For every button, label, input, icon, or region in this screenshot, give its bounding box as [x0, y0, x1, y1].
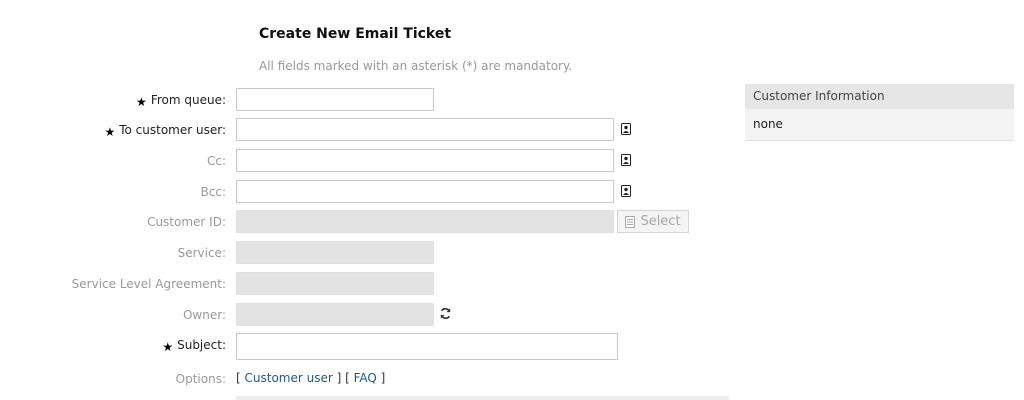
list-icon	[625, 215, 636, 228]
required-star-icon: ★	[136, 95, 147, 109]
label-owner: Owner:	[182, 308, 226, 322]
refresh-icon[interactable]	[439, 307, 452, 320]
editor-area-top	[236, 396, 729, 400]
label-options: Options:	[175, 372, 226, 386]
label-subject: ★ Subject:	[162, 338, 226, 354]
address-book-icon[interactable]	[621, 123, 631, 135]
to-customer-user-field[interactable]	[236, 118, 614, 141]
label-sla: Service Level Agreement:	[71, 277, 226, 291]
address-book-icon[interactable]	[621, 185, 631, 197]
customer-id-field	[236, 210, 614, 233]
subject-field[interactable]	[236, 333, 618, 360]
from-queue-field[interactable]	[236, 88, 434, 111]
mandatory-hint: All fields marked with an asterisk (*) a…	[259, 59, 573, 73]
customer-info-box: Customer Information none	[745, 84, 1014, 141]
label-to-customer-user: ★ To customer user:	[104, 123, 226, 139]
customer-user-link[interactable]: Customer user	[245, 371, 333, 385]
label-bcc: Bcc:	[200, 185, 226, 199]
required-star-icon: ★	[104, 125, 116, 139]
required-star-icon: ★	[162, 340, 174, 354]
sla-field	[236, 272, 434, 295]
label-customer-id: Customer ID:	[147, 215, 226, 229]
label-cc: Cc:	[206, 154, 226, 168]
cc-field[interactable]	[236, 149, 614, 172]
customer-info-value: none	[745, 109, 1014, 141]
page-title: Create New Email Ticket	[259, 26, 452, 42]
label-service: Service:	[177, 246, 226, 260]
bcc-field[interactable]	[236, 180, 614, 203]
owner-field	[236, 303, 434, 326]
label-from-queue: ★ From queue:	[136, 93, 226, 109]
service-field	[236, 241, 434, 264]
options-links: [ Customer user ] [ FAQ ]	[236, 371, 386, 385]
select-customer-button: Select	[617, 210, 689, 233]
faq-link[interactable]: FAQ	[354, 371, 377, 385]
address-book-icon[interactable]	[621, 154, 631, 166]
customer-info-title: Customer Information	[745, 84, 1014, 109]
